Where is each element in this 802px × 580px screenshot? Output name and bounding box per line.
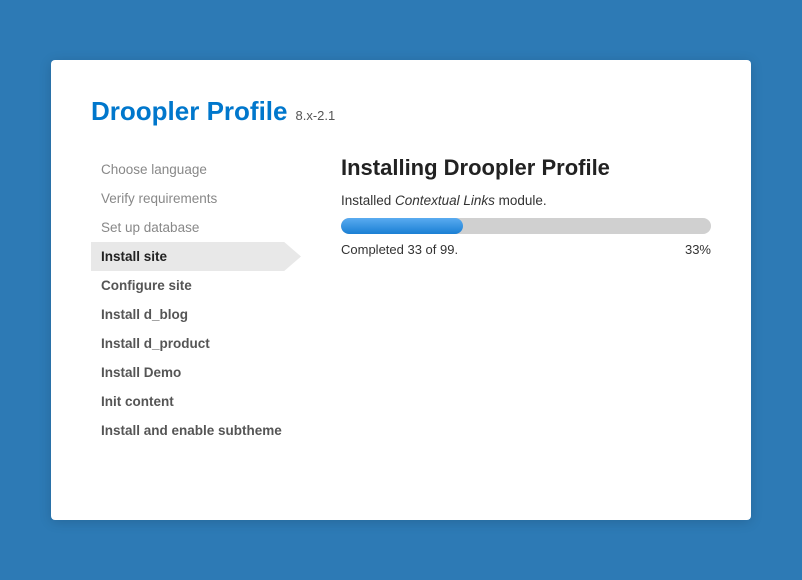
main-panel: Installing Droopler Profile Installed Co… [341, 155, 711, 445]
installer-card: Droopler Profile 8.x-2.1 Choose language… [51, 60, 751, 520]
app-title: Droopler Profile [91, 96, 287, 127]
progress-bar-fill [341, 218, 463, 234]
app-version: 8.x-2.1 [295, 108, 335, 123]
page-header: Droopler Profile 8.x-2.1 [91, 96, 711, 127]
progress-bar-background [341, 218, 711, 234]
sidebar-item-choose-language: Choose language [91, 155, 301, 184]
progress-label: Completed 33 of 99. [341, 242, 458, 257]
main-content: Choose languageVerify requirementsSet up… [91, 155, 711, 445]
progress-percent-label: 33% [685, 242, 711, 257]
sidebar-item-init-content: Init content [91, 387, 301, 416]
status-module: Contextual Links [395, 193, 495, 208]
steps-sidebar: Choose languageVerify requirementsSet up… [91, 155, 301, 445]
progress-info: Completed 33 of 99. 33% [341, 242, 711, 257]
sidebar-item-set-up-database: Set up database [91, 213, 301, 242]
sidebar-item-configure-site: Configure site [91, 271, 301, 300]
sidebar-item-install-demo: Install Demo [91, 358, 301, 387]
status-prefix: Installed [341, 193, 395, 208]
sidebar-item-install-d_blog: Install d_blog [91, 300, 301, 329]
section-title: Installing Droopler Profile [341, 155, 711, 181]
sidebar-item-install-d_product: Install d_product [91, 329, 301, 358]
install-status-text: Installed Contextual Links module. [341, 193, 711, 208]
status-suffix: module. [495, 193, 547, 208]
sidebar-item-install-site: Install site [91, 242, 301, 271]
sidebar-item-verify-requirements: Verify requirements [91, 184, 301, 213]
sidebar-item-install-subtheme: Install and enable subtheme [91, 416, 301, 445]
